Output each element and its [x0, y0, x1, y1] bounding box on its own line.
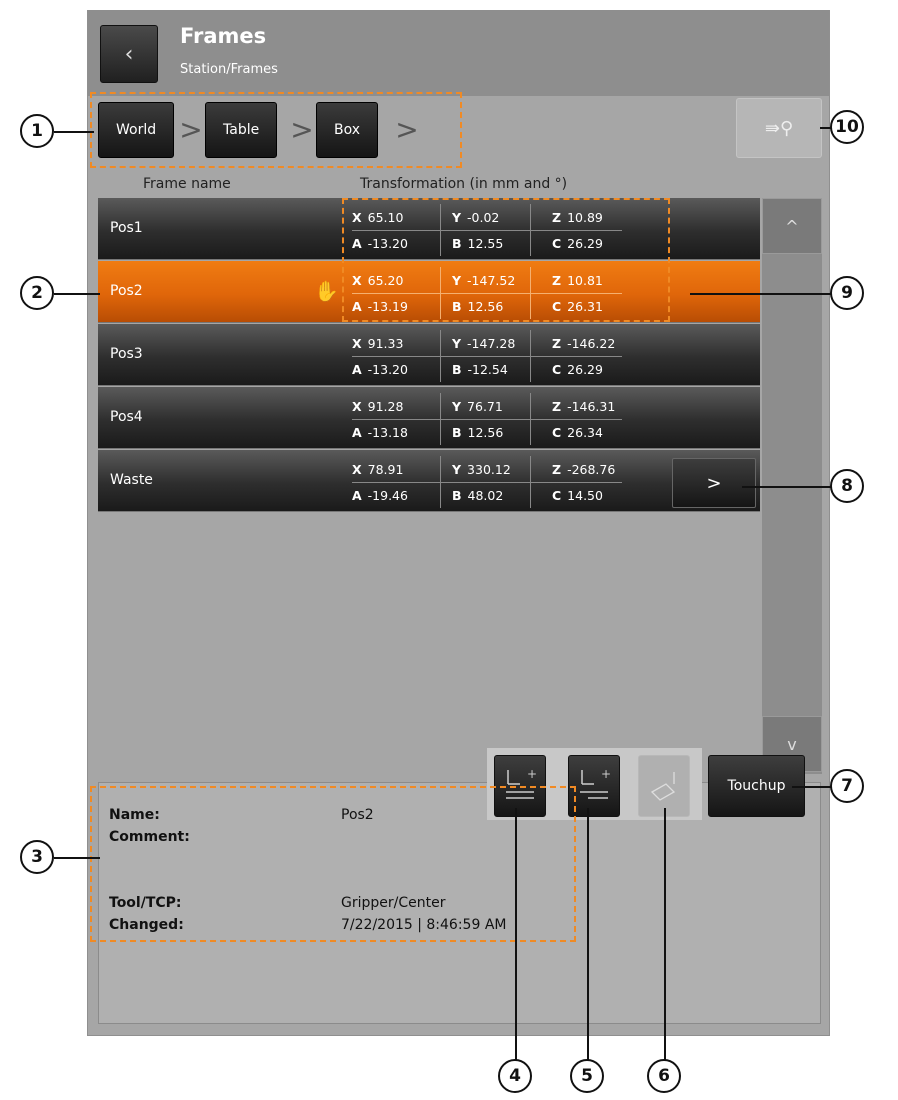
cell-divider	[352, 419, 622, 420]
chevron-up-icon: ^	[785, 216, 799, 236]
cell-divider	[440, 393, 441, 445]
cell-a: A -13.18	[352, 425, 408, 440]
cell-divider	[440, 456, 441, 508]
touchup-button[interactable]: Touchup	[708, 755, 805, 817]
cell-y: Y -147.28	[452, 336, 516, 351]
frame-name: Waste	[110, 472, 153, 488]
cell-b: B 48.02	[452, 488, 504, 503]
frame-name: Pos4	[110, 409, 143, 425]
svg-text:+: +	[527, 767, 537, 781]
cell-divider	[530, 330, 531, 382]
column-header-name: Frame name	[143, 176, 231, 192]
teach-search-icon: ⇛⚲	[764, 117, 794, 139]
callout-leader	[690, 293, 832, 295]
frame-row[interactable]: Pos4 X 91.28 Y 76.71 Z -146.31 A -13.18 …	[98, 387, 760, 449]
callout-frame-details	[90, 786, 576, 942]
cell-c: C 26.29	[552, 362, 603, 377]
callout-frame-breadcrumb	[90, 92, 462, 168]
cell-b: B 12.56	[452, 425, 504, 440]
cell-x: X 91.28	[352, 399, 404, 414]
cell-divider	[352, 482, 622, 483]
add-frame-below-icon: +	[580, 767, 611, 799]
cell-divider	[440, 330, 441, 382]
cell-divider	[530, 393, 531, 445]
svg-text:+: +	[601, 767, 611, 781]
callout-8: 8	[830, 469, 864, 503]
chevron-down-icon: v	[787, 734, 797, 754]
callout-leader	[54, 131, 94, 133]
cell-x: X 78.91	[352, 462, 404, 477]
callout-frame-transform	[342, 198, 670, 322]
cell-z: Z -268.76	[552, 462, 616, 477]
callout-2: 2	[20, 276, 54, 310]
callout-leader	[792, 786, 832, 788]
frame-grid-icon	[650, 772, 676, 801]
cell-b: B -12.54	[452, 362, 508, 377]
frame-name: Pos1	[110, 220, 143, 236]
callout-9: 9	[830, 276, 864, 310]
back-chevron-icon: ‹	[124, 41, 134, 67]
cell-x: X 91.33	[352, 336, 404, 351]
chevron-right-icon: >	[706, 472, 722, 494]
cell-divider	[352, 356, 622, 357]
callout-6: 6	[647, 1059, 681, 1093]
cell-divider	[530, 456, 531, 508]
frame-name: Pos3	[110, 346, 143, 362]
page-path: Station/Frames	[180, 62, 278, 77]
column-header-transformation: Transformation (in mm and °)	[360, 176, 568, 192]
page-title: Frames	[180, 24, 267, 48]
callout-leader	[587, 808, 589, 1060]
callout-1: 1	[20, 114, 54, 148]
frame-row[interactable]: Pos3 X 91.33 Y -147.28 Z -146.22 A -13.2…	[98, 324, 760, 386]
cell-y: Y 76.71	[452, 399, 503, 414]
callout-3: 3	[20, 840, 54, 874]
callout-leader	[54, 293, 100, 295]
callout-7: 7	[830, 769, 864, 803]
back-button[interactable]: ‹	[100, 25, 158, 83]
scroll-up-button[interactable]: ^	[762, 198, 822, 254]
cell-a: A -13.20	[352, 362, 408, 377]
callout-leader	[54, 857, 100, 859]
cell-z: Z -146.31	[552, 399, 616, 414]
cell-y: Y 330.12	[452, 462, 511, 477]
callout-10: 10	[830, 110, 864, 144]
open-frame-button[interactable]: >	[672, 458, 756, 508]
frame-row[interactable]: Waste X 78.91 Y 330.12 Z -268.76 A -19.4…	[98, 450, 760, 512]
teach-search-button[interactable]: ⇛⚲	[736, 98, 822, 158]
header-bar: ‹ Frames Station/Frames	[88, 10, 829, 96]
cell-c: C 26.34	[552, 425, 603, 440]
cell-z: Z -146.22	[552, 336, 616, 351]
callout-leader	[664, 808, 666, 1060]
callout-leader	[515, 808, 517, 1060]
hand-pointer-icon: ✋	[314, 279, 339, 303]
callout-4: 4	[498, 1059, 532, 1093]
cell-c: C 14.50	[552, 488, 603, 503]
callout-leader	[742, 486, 832, 488]
cell-a: A -19.46	[352, 488, 408, 503]
callout-5: 5	[570, 1059, 604, 1093]
frame-name: Pos2	[110, 283, 143, 299]
